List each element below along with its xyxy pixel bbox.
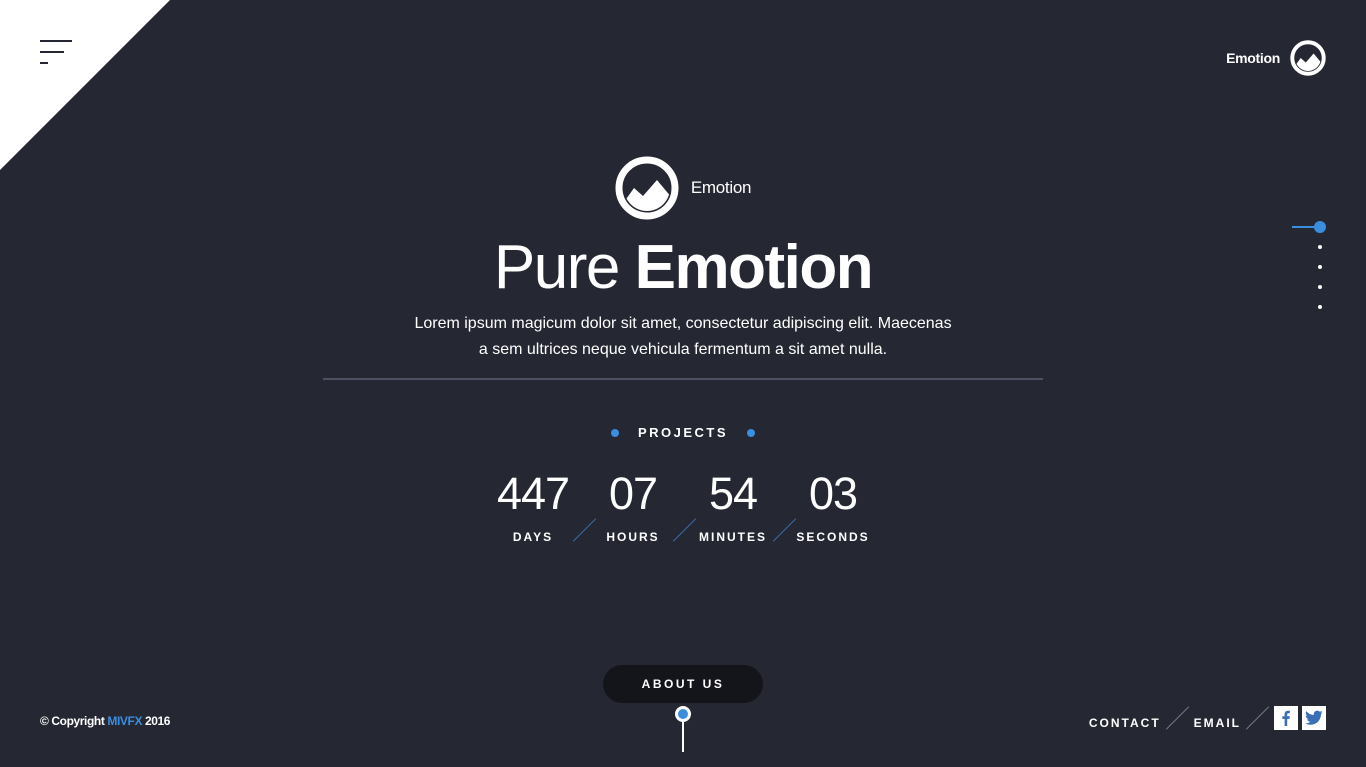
nav-dot-active[interactable] — [1314, 221, 1326, 233]
footer-separator — [1245, 706, 1270, 730]
countdown-minutes-label: MINUTES — [699, 530, 767, 544]
copyright-prefix: © Copyright — [40, 714, 105, 728]
facebook-icon[interactable] — [1274, 706, 1298, 730]
copyright-year: 2016 — [144, 714, 171, 728]
nav-dot[interactable] — [1318, 245, 1322, 249]
description-line: a sem ultrices neque vehicula fermentum … — [478, 341, 888, 358]
countdown-hours-label: HOURS — [606, 530, 660, 544]
header-brand[interactable]: Emotion — [1226, 40, 1326, 76]
bullet-dot-icon — [747, 428, 756, 437]
nav-dot[interactable] — [1318, 265, 1322, 269]
projects-label: PROJECTS — [637, 425, 729, 440]
countdown-seconds-value: 03 — [808, 468, 858, 519]
countdown-seconds-label: SECONDS — [796, 530, 870, 544]
description-line: Lorem ipsum magicum dolor sit amet, cons… — [414, 315, 952, 332]
title-bold: Emotion — [634, 233, 874, 302]
twitter-icon[interactable] — [1302, 706, 1326, 730]
countdown-days-value: 447 — [496, 468, 570, 519]
footer-links: CONTACT EMAIL — [1089, 702, 1326, 734]
copyright-text: © Copyright MIVFX 2016 — [40, 714, 170, 728]
mountain-logo-icon — [615, 156, 679, 220]
title-light: Pure — [493, 233, 620, 302]
email-link[interactable]: EMAIL — [1194, 716, 1241, 730]
scroll-dot-icon — [675, 706, 691, 722]
mountain-logo-icon — [1290, 40, 1326, 76]
hero-description: Lorem ipsum magicum dolor sit amet, cons… — [383, 311, 983, 363]
nav-dot[interactable] — [1318, 285, 1322, 289]
countdown-hours-value: 07 — [608, 468, 658, 519]
bullet-dot-icon — [610, 428, 619, 437]
scroll-indicator[interactable] — [675, 706, 691, 752]
hamburger-menu-icon[interactable] — [40, 40, 74, 68]
countdown-days-label: DAYS — [512, 530, 554, 544]
countdown-minutes-value: 54 — [708, 468, 758, 519]
corner-triangle — [0, 0, 170, 170]
nav-dot[interactable] — [1318, 305, 1322, 309]
center-logo: Emotion — [0, 156, 1366, 220]
brand-name: Emotion — [1226, 50, 1280, 66]
section-dot-nav — [1286, 221, 1326, 321]
divider — [323, 378, 1043, 380]
page-title: Pure Emotion — [0, 228, 1366, 308]
projects-heading: PROJECTS — [0, 425, 1366, 440]
copyright-brand-link[interactable]: MIVFX — [107, 714, 142, 728]
scroll-line — [682, 722, 684, 752]
about-us-button[interactable]: ABOUT US — [603, 665, 763, 703]
logo-name: Emotion — [690, 178, 752, 197]
contact-link[interactable]: CONTACT — [1089, 716, 1161, 730]
footer-separator — [1165, 706, 1189, 730]
